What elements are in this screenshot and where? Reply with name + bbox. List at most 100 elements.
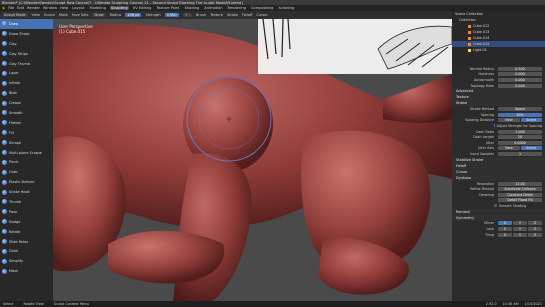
mask-brush-icon: [2, 268, 7, 274]
brush-fill[interactable]: Fill: [0, 128, 53, 138]
brush-flatten[interactable]: Flatten: [0, 118, 53, 128]
brush-mask[interactable]: Mask: [0, 266, 53, 276]
outliner: Scene Collection Collection Cube.012 Cub…: [452, 11, 545, 66]
brush-pinch[interactable]: Pinch: [0, 157, 53, 167]
clock-date: 1/15/2021: [524, 302, 542, 306]
menu-view[interactable]: View: [32, 13, 40, 17]
cloth-brush-icon: [2, 248, 7, 254]
brush-elastic-deform[interactable]: Elastic Deform: [0, 177, 53, 187]
brush-smooth[interactable]: Smooth: [0, 108, 53, 118]
tiling-row[interactable]: Tiling X Y Z: [452, 232, 545, 238]
flatten-brush-icon: [2, 120, 7, 126]
menu-sculpt[interactable]: Sculpt: [44, 13, 55, 17]
menu-face-sets[interactable]: Face Sets: [72, 13, 89, 17]
mirror-row[interactable]: Mirror X Y Z: [452, 221, 545, 227]
menu-help[interactable]: Help: [60, 6, 68, 10]
tab-rendering[interactable]: Rendering: [227, 6, 247, 10]
direction-toggle[interactable]: + -: [182, 13, 192, 17]
resolution-row[interactable]: Resolution 12.00: [452, 181, 545, 187]
brush-draw[interactable]: Draw: [0, 19, 53, 29]
brush-clay[interactable]: Clay: [0, 39, 53, 49]
strength-field[interactable]: 0.500: [164, 13, 179, 17]
blender-logo-icon[interactable]: ◉: [2, 6, 5, 10]
brush-slide-relax[interactable]: Slide Relax: [0, 237, 53, 247]
active-object-label: (1) Cube.015: [59, 29, 86, 34]
menu-render[interactable]: Render: [27, 6, 40, 10]
tab-texture-paint[interactable]: Texture Paint: [155, 6, 180, 10]
detailing-row[interactable]: Detailing Constant Detail: [452, 192, 545, 198]
light-icon: [468, 48, 471, 52]
brush-cloth[interactable]: Cloth: [0, 246, 53, 256]
brush-inflate[interactable]: Inflate: [0, 78, 53, 88]
menu-file[interactable]: File: [8, 6, 14, 10]
checkbox[interactable]: [494, 204, 497, 208]
brush-pose[interactable]: Pose: [0, 207, 53, 217]
checkbox[interactable]: [494, 124, 495, 128]
stroke-menu[interactable]: Stroke: [227, 13, 238, 17]
brush-list: Draw Draw Sharp Clay Clay Strips Clay Th…: [0, 19, 53, 301]
pinch-brush-icon: [2, 159, 7, 165]
scrape-brush-icon: [2, 140, 7, 146]
brush-menu[interactable]: Brush: [196, 13, 206, 17]
tab-shading[interactable]: Shading: [184, 6, 201, 10]
jitter-axis-row[interactable]: Jitter Axis View Scene: [452, 146, 545, 152]
topology-rake-row[interactable]: Topology Rake 0.000: [452, 83, 545, 89]
brush-draw-sharp[interactable]: Draw Sharp: [0, 29, 53, 39]
falloff-menu[interactable]: Falloff: [242, 13, 252, 17]
brush-rotate[interactable]: Rotate: [0, 227, 53, 237]
texture-menu[interactable]: Texture: [210, 13, 223, 17]
multiplane-scrape-brush-icon: [2, 150, 7, 156]
viewport-overlay: User Perspective (1) Cube.015: [59, 24, 93, 34]
tab-sculpting[interactable]: Sculpting: [109, 6, 129, 10]
radius-field[interactable]: 106 px: [125, 13, 142, 17]
spacing-row[interactable]: Spacing 10%: [452, 112, 545, 118]
brush-clay-strips[interactable]: Clay Strips: [0, 49, 53, 59]
brush-blob[interactable]: Blob: [0, 88, 53, 98]
tab-compositing[interactable]: Compositing: [250, 6, 275, 10]
brush-grab[interactable]: Grab: [0, 167, 53, 177]
tab-uv-editing[interactable]: UV Editing: [132, 6, 153, 10]
brush-crease[interactable]: Crease: [0, 98, 53, 108]
tab-scripting[interactable]: Scripting: [277, 6, 295, 10]
brush-layer[interactable]: Layer: [0, 68, 53, 78]
clay-strips-brush-icon: [2, 51, 7, 57]
properties-panel: Normal Radius 0.500 Hardness 0.000 Autosmo…: [452, 66, 545, 301]
brush-simplify[interactable]: Simplify: [0, 256, 53, 266]
fill-brush-icon: [2, 130, 7, 136]
outliner-row[interactable]: Light.01: [452, 47, 545, 53]
clay-thumb-brush-icon: [2, 61, 7, 66]
lock-row[interactable]: Lock X Y Z: [452, 226, 545, 232]
normal-radius-row[interactable]: Normal Radius 0.500: [452, 66, 545, 72]
radius-label: Radius: [109, 13, 122, 17]
tab-modeling[interactable]: Modeling: [89, 6, 107, 10]
brush-select[interactable]: Draw: [92, 13, 106, 17]
menu-window[interactable]: Window: [43, 6, 57, 10]
brush-multiplane-scrape[interactable]: Multi-plane Scrape: [0, 148, 53, 158]
strength-label: Strength: [145, 13, 161, 17]
mesh-icon: [468, 42, 471, 46]
snake-hook-brush-icon: [2, 189, 7, 195]
brush-thumb[interactable]: Thumb: [0, 197, 53, 207]
menu-mask[interactable]: Mask: [59, 13, 68, 17]
detail-flood-fill-button[interactable]: Detail Flood Fill: [498, 198, 542, 203]
spacing-distance-row[interactable]: Spacing Distance View Scene: [452, 118, 545, 124]
dash-ratio-row[interactable]: Dash Ratio 1.000: [452, 129, 545, 135]
thumb-brush-icon: [2, 199, 7, 205]
crease-brush-icon: [2, 100, 7, 106]
clock-time: 10:36 AM: [502, 302, 519, 306]
brush-clay-thumb[interactable]: Clay Thumb: [0, 59, 53, 69]
tab-animation[interactable]: Animation: [203, 6, 223, 10]
autosmooth-row[interactable]: Autosmooth 0.000: [452, 77, 545, 83]
pose-brush-icon: [2, 209, 7, 215]
input-samples-row[interactable]: Input Samples 1: [452, 151, 545, 157]
mode-select[interactable]: Sculpt Mode: [2, 13, 28, 17]
brush-nudge[interactable]: Nudge: [0, 217, 53, 227]
3d-viewport[interactable]: [53, 19, 452, 301]
brush-scrape[interactable]: Scrape: [0, 138, 53, 148]
draw-sharp-brush-icon: [2, 31, 7, 37]
jitter-row[interactable]: Jitter 0.0000: [452, 140, 545, 146]
menu-edit[interactable]: Edit: [17, 6, 24, 10]
cursor-menu[interactable]: Cursor: [256, 13, 268, 17]
brush-snake-hook[interactable]: Snake Hook: [0, 187, 53, 197]
tab-layout[interactable]: Layout: [71, 6, 85, 10]
